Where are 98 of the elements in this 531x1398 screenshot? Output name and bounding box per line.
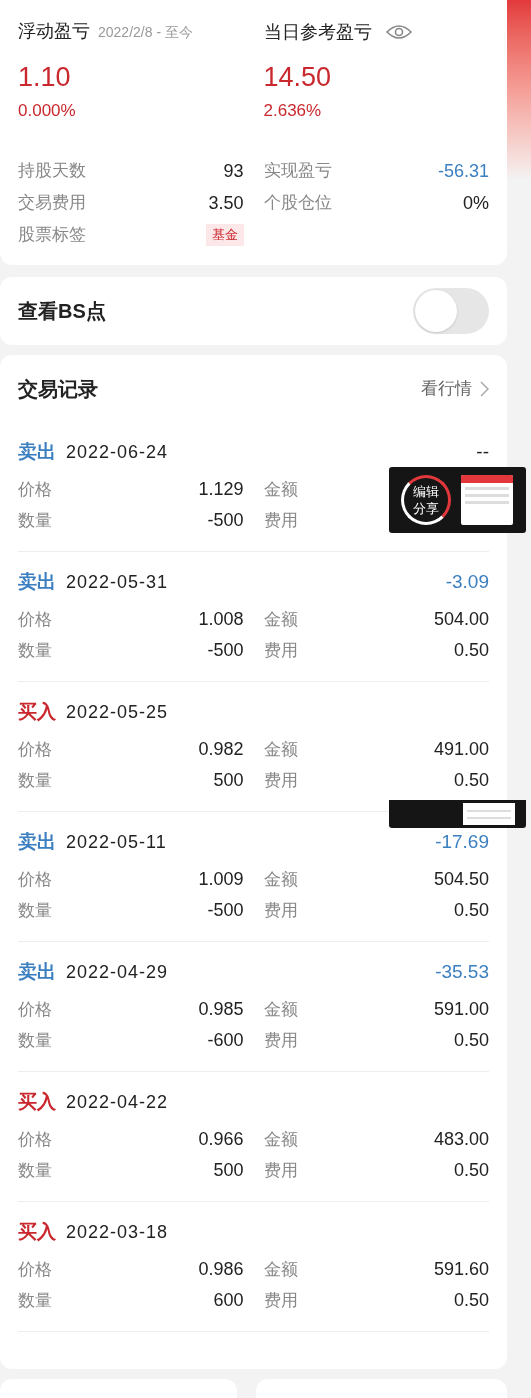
stat-value: 93 (223, 159, 244, 183)
field-value: 0.50 (453, 1029, 489, 1052)
trade-type: 卖出 (18, 439, 56, 464)
field-label: 数量 (18, 899, 52, 922)
trade-profit: -- (476, 439, 489, 464)
stat-value: 3.50 (208, 191, 244, 215)
quote-link[interactable]: 看行情 (421, 375, 489, 402)
field-label: 数量 (18, 1289, 52, 1312)
summary-title: 当日参考盈亏 (263, 20, 372, 44)
field-label: 金额 (263, 868, 298, 891)
trade-profit: -17.69 (435, 829, 489, 854)
trade-date: 2022-05-11 (66, 830, 167, 854)
field-label: 价格 (18, 608, 52, 631)
field-label: 金额 (263, 1128, 298, 1151)
field-value: 0.50 (453, 639, 489, 662)
field-value: 504.00 (433, 608, 489, 631)
trade-date: 2022-06-24 (66, 440, 169, 464)
field-value: 0.986 (198, 1258, 244, 1281)
profit-percent: 0.000% (18, 100, 77, 122)
field-label: 数量 (18, 769, 52, 792)
thumbnail-icon (463, 803, 515, 825)
stat-label: 持股天数 (18, 160, 86, 183)
field-label: 金额 (263, 1258, 298, 1281)
field-value: 0.985 (198, 998, 244, 1021)
chevron-right-icon (480, 380, 489, 397)
field-label: 费用 (263, 1159, 298, 1182)
trade-profit: -35.53 (435, 959, 489, 984)
trade-type: 卖出 (18, 569, 56, 594)
field-label: 数量 (18, 509, 52, 532)
field-label: 价格 (18, 1128, 52, 1151)
field-label: 金额 (263, 998, 298, 1021)
summary-title: 浮动盈亏 (18, 20, 90, 43)
field-value: 500 (213, 1159, 244, 1182)
tag-badge: 基金 (205, 224, 244, 246)
field-value: 1.129 (198, 478, 244, 501)
field-value: 0.982 (198, 738, 244, 761)
field-label: 金额 (263, 608, 298, 631)
trade-date: 2022-05-25 (66, 700, 169, 724)
stat-label: 实现盈亏 (263, 160, 332, 183)
profit-value: 14.50 (263, 61, 333, 94)
field-label: 价格 (18, 1258, 52, 1281)
field-value: 0.50 (453, 769, 489, 792)
field-value: 600 (213, 1289, 244, 1312)
trade-type: 卖出 (18, 959, 56, 984)
field-label: 价格 (18, 868, 52, 891)
field-label: 数量 (18, 1159, 52, 1182)
field-value: 1.008 (198, 608, 244, 631)
setting-label: 查看BS点 (18, 299, 106, 324)
stat-value: 0% (463, 191, 489, 215)
field-value: 0.50 (453, 1289, 489, 1312)
field-label: 金额 (263, 738, 298, 761)
stat-value: -56.31 (437, 159, 489, 183)
profit-value: 1.10 (18, 61, 72, 94)
field-value: 0.50 (453, 1159, 489, 1182)
trade-type: 买入 (18, 1219, 56, 1244)
thumbnail-icon (461, 475, 513, 525)
stat-label: 股票标签 (18, 224, 86, 247)
trade-date: 2022-04-29 (66, 960, 169, 984)
trade-type: 卖出 (18, 829, 56, 854)
field-label: 金额 (263, 478, 298, 501)
field-label: 费用 (263, 769, 298, 792)
field-label: 数量 (18, 1029, 52, 1052)
stat-label: 交易费用 (18, 192, 86, 215)
trade-date: 2022-05-31 (66, 570, 169, 594)
field-value: 491.00 (433, 738, 489, 761)
trade-profit: -3.09 (445, 569, 489, 594)
field-label: 价格 (18, 738, 52, 761)
section-title: 交易记录 (18, 376, 98, 402)
field-value: 504.50 (433, 868, 489, 891)
field-label: 费用 (263, 899, 298, 922)
field-label: 数量 (18, 639, 52, 662)
field-value: -600 (207, 1029, 244, 1052)
trade-date: 2022-03-18 (66, 1220, 169, 1244)
field-label: 价格 (18, 478, 52, 501)
field-value: 0.966 (198, 1128, 244, 1151)
eye-icon[interactable] (385, 24, 412, 40)
profit-percent: 2.636% (263, 100, 323, 122)
field-value: 591.00 (433, 998, 489, 1021)
date-range: 2022/2/8 - 至今 (98, 23, 193, 42)
toggle-switch[interactable] (413, 288, 489, 334)
trade-type: 买入 (18, 699, 56, 724)
field-value: 483.00 (433, 1128, 489, 1151)
stat-label: 个股仓位 (263, 192, 332, 215)
field-label: 费用 (263, 1029, 298, 1052)
field-label: 费用 (263, 639, 298, 662)
field-value: -500 (207, 899, 244, 922)
field-value: 0.50 (453, 899, 489, 922)
field-value: -500 (207, 509, 244, 532)
trade-date: 2022-04-22 (66, 1090, 169, 1114)
trade-type: 买入 (18, 1089, 56, 1114)
edit-share-button[interactable]: 编辑 分享 (401, 475, 451, 525)
field-label: 价格 (18, 998, 52, 1021)
field-value: 500 (213, 769, 244, 792)
field-label: 费用 (263, 509, 298, 532)
field-value: 1.009 (198, 868, 244, 891)
field-value: 591.60 (433, 1258, 489, 1281)
field-value: -500 (207, 639, 244, 662)
field-label: 费用 (263, 1289, 298, 1312)
